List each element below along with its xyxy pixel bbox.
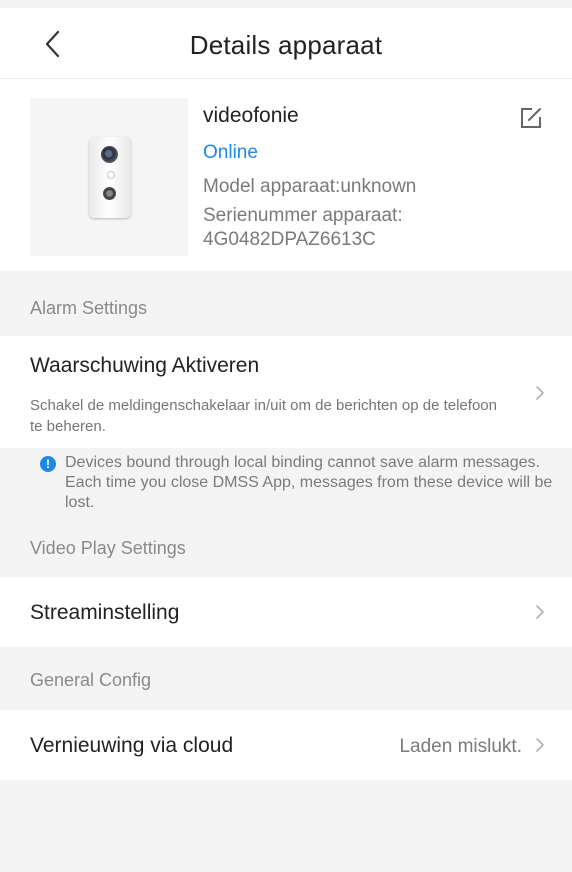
device-thumbnail xyxy=(30,98,188,256)
page-title: Details apparaat xyxy=(189,30,383,60)
stream-settings-row[interactable]: Streaminstelling xyxy=(0,577,572,647)
section-header-alarm: Alarm Settings xyxy=(30,298,148,318)
cloud-update-row[interactable]: Vernieuwing via cloud Laden mislukt. xyxy=(0,710,572,780)
device-status: Online xyxy=(203,142,258,163)
status-bar-strip xyxy=(0,0,572,8)
edit-button[interactable] xyxy=(518,105,544,131)
sensor-dot xyxy=(107,171,115,179)
chevron-right-icon xyxy=(536,738,544,752)
alarm-activate-title: Waarschuwing Aktiveren xyxy=(30,354,260,377)
section-header-general: General Config xyxy=(30,670,152,690)
device-name: videofonie xyxy=(203,104,299,127)
call-button-graphic xyxy=(103,187,116,200)
doorbell-image xyxy=(89,137,131,218)
alarm-activate-subtitle: Schakel de meldingenschakelaar in/uit om… xyxy=(30,397,497,435)
info-icon: ! xyxy=(40,456,56,472)
edit-icon xyxy=(521,108,541,128)
device-serial-value: 4G0482DPAZ6613C xyxy=(203,229,376,250)
alarm-activate-row[interactable]: Waarschuwing Aktiveren Schakel de meldin… xyxy=(0,336,572,448)
camera-lens xyxy=(101,146,118,163)
section-header-video: Video Play Settings xyxy=(30,538,186,558)
cloud-update-title: Vernieuwing via cloud xyxy=(30,734,234,757)
app-header: Details apparaat xyxy=(0,8,572,79)
stream-settings-title: Streaminstelling xyxy=(30,601,180,624)
notice-text: Devices bound through local binding cann… xyxy=(65,454,553,511)
chevron-right-icon xyxy=(536,386,544,400)
device-serial-label: Serienummer apparaat: xyxy=(203,205,403,226)
chevron-right-icon xyxy=(536,605,544,619)
device-info-card: videofonie Online Model apparaat:unknown… xyxy=(0,79,572,271)
cloud-update-status: Laden mislukt. xyxy=(399,736,522,757)
device-model: Model apparaat:unknown xyxy=(203,176,417,197)
